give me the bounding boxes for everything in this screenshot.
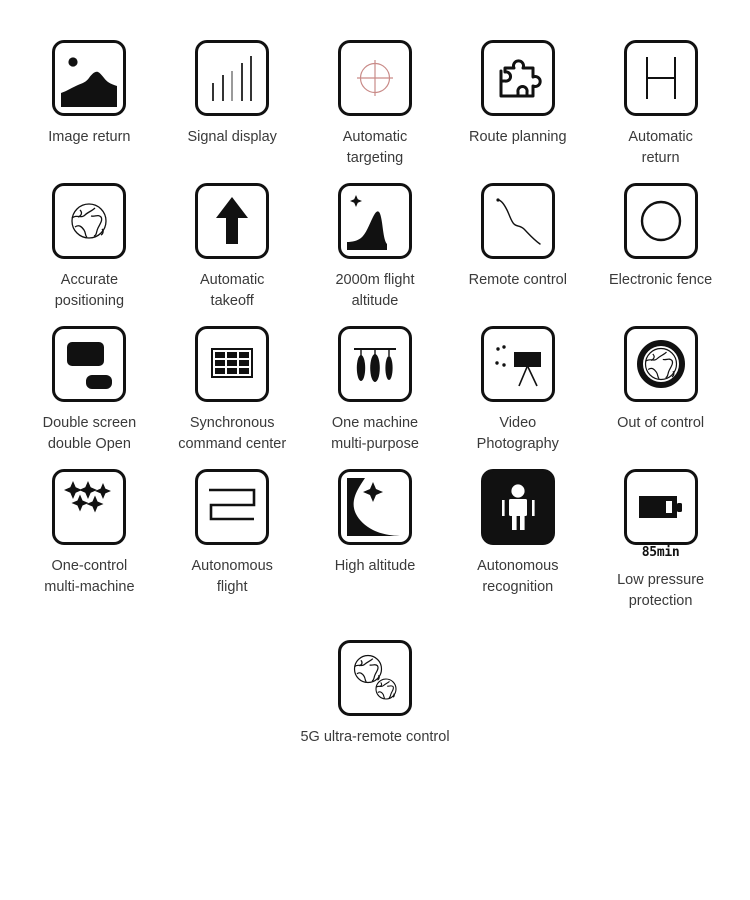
up-arrow-icon bbox=[195, 183, 270, 260]
feature-label: Video Photography bbox=[476, 415, 559, 453]
crosshair-target-icon bbox=[337, 40, 412, 116]
feature-item-accurate-positioning[interactable]: Accurate positioning bbox=[18, 183, 161, 312]
feature-item-out-of-control[interactable]: Out of control bbox=[589, 326, 732, 455]
feature-label: Synchronous command center bbox=[178, 415, 287, 453]
feature-item-signal-display[interactable]: Signal display bbox=[161, 40, 304, 169]
feature-item-electronic-fence[interactable]: Electronic fence bbox=[589, 183, 732, 312]
feature-label: Remote control bbox=[468, 272, 567, 289]
image-return-icon bbox=[52, 40, 127, 116]
feature-item-autonomous-flight[interactable]: Autonomous flight bbox=[161, 469, 304, 612]
drone-swarm-icon bbox=[52, 469, 127, 546]
feature-item-high-altitude[interactable]: High altitude bbox=[304, 469, 447, 612]
signal-display-icon bbox=[195, 40, 270, 116]
feature-label: Image return bbox=[48, 129, 131, 145]
feature-grid: Image return Signal display Automatic ta… bbox=[0, 0, 750, 612]
feature-label: 5G ultra-remote control bbox=[300, 729, 450, 746]
helipad-h-icon bbox=[623, 40, 698, 116]
feature-label: Route planning bbox=[469, 129, 567, 145]
feature-item-multi-purpose[interactable]: One machine multi-purpose bbox=[304, 326, 447, 455]
feature-item-command-center[interactable]: Synchronous command center bbox=[161, 326, 304, 455]
tripod-camera-icon bbox=[480, 326, 555, 403]
feature-item-remote-control[interactable]: Remote control bbox=[446, 183, 589, 312]
feature-label: Electronic fence bbox=[609, 272, 713, 289]
feature-grid-last-row: 5G ultra-remote control bbox=[0, 640, 750, 748]
battery-icon bbox=[623, 469, 698, 546]
feature-label: Low pressure protection bbox=[617, 572, 705, 610]
mountain-star-icon bbox=[337, 183, 412, 260]
person-detect-icon bbox=[480, 469, 555, 546]
feature-item-automatic-targeting[interactable]: Automatic targeting bbox=[304, 40, 447, 169]
feature-label: Accurate positioning bbox=[54, 272, 125, 310]
feature-item-5g-remote-control[interactable]: 5G ultra-remote control bbox=[300, 640, 450, 748]
feature-label: One-control multi-machine bbox=[44, 558, 135, 596]
feature-label: Autonomous recognition bbox=[477, 558, 559, 596]
feature-item-automatic-return[interactable]: Automatic return bbox=[589, 40, 732, 169]
hanging-pods-icon bbox=[337, 326, 412, 403]
feature-label: 2000m flight altitude bbox=[335, 272, 415, 310]
puzzle-piece-icon bbox=[480, 40, 555, 116]
feature-item-image-return[interactable]: Image return bbox=[18, 40, 161, 169]
feature-item-low-pressure[interactable]: 85min Low pressure protection bbox=[589, 469, 732, 612]
double-screen-icon bbox=[52, 326, 127, 403]
serpentine-path-icon bbox=[195, 469, 270, 546]
feature-label: High altitude bbox=[334, 558, 416, 575]
globe-ring-icon bbox=[623, 326, 698, 403]
feature-label: Automatic targeting bbox=[342, 129, 408, 167]
feature-item-video-photography[interactable]: Video Photography bbox=[446, 326, 589, 455]
grid-panel-icon bbox=[195, 326, 270, 403]
descending-curve-icon bbox=[480, 183, 555, 260]
feature-label: Double screen double Open bbox=[42, 415, 137, 453]
feature-item-multi-machine[interactable]: One-control multi-machine bbox=[18, 469, 161, 612]
battery-duration-label: 85min bbox=[641, 545, 680, 561]
feature-label: Signal display bbox=[187, 129, 277, 145]
feature-item-automatic-takeoff[interactable]: Automatic takeoff bbox=[161, 183, 304, 312]
feature-label: Out of control bbox=[617, 415, 705, 432]
feature-label: One machine multi-purpose bbox=[331, 415, 419, 453]
feature-item-autonomous-recognition[interactable]: Autonomous recognition bbox=[446, 469, 589, 612]
feature-label: Autonomous flight bbox=[191, 558, 273, 596]
feature-item-flight-altitude[interactable]: 2000m flight altitude bbox=[304, 183, 447, 312]
circle-fence-icon bbox=[623, 183, 698, 260]
feature-item-double-screen[interactable]: Double screen double Open bbox=[18, 326, 161, 455]
feature-label: Automatic takeoff bbox=[199, 272, 265, 310]
feature-label: Automatic return bbox=[628, 129, 693, 167]
feature-item-route-planning[interactable]: Route planning bbox=[446, 40, 589, 169]
cliff-star-icon bbox=[337, 469, 412, 546]
globe-icon bbox=[52, 183, 127, 260]
two-globes-icon bbox=[338, 640, 412, 717]
